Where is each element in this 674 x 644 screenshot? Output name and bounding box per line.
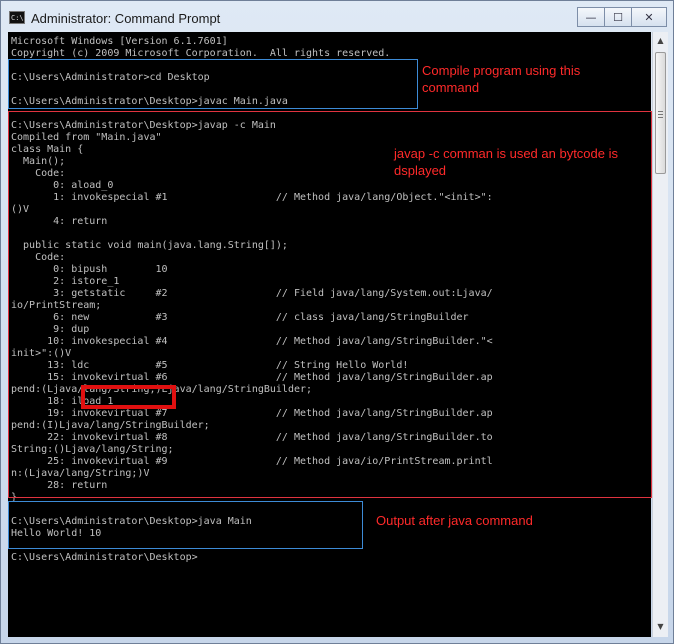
- javap-note: javap -c comman is used an bytcode is ds…: [394, 146, 618, 178]
- output-note: Output after java command: [376, 513, 533, 528]
- compile-highlight-box: [8, 59, 418, 109]
- grip-line: [658, 114, 663, 115]
- close-button[interactable]: ✕: [631, 7, 667, 27]
- command-prompt-window: C:\ Administrator: Command Prompt — ☐ ✕ …: [0, 0, 674, 644]
- console-line: C:\Users\Administrator\Desktop>: [11, 552, 198, 563]
- scroll-down-icon[interactable]: ▼: [655, 620, 666, 634]
- title-bar[interactable]: C:\ Administrator: Command Prompt — ☐ ✕: [1, 1, 673, 31]
- iload-highlight-box: [81, 385, 176, 409]
- compile-note: Compile program using this command: [422, 63, 581, 95]
- window-title: Administrator: Command Prompt: [31, 11, 221, 26]
- grip-line: [658, 117, 663, 118]
- scroll-up-icon[interactable]: ▲: [655, 34, 666, 48]
- scrollbar-thumb[interactable]: [655, 52, 666, 174]
- window-controls: — ☐ ✕: [577, 7, 667, 27]
- grip-line: [658, 111, 663, 112]
- minimize-button[interactable]: —: [577, 7, 605, 27]
- maximize-button[interactable]: ☐: [604, 7, 632, 27]
- console-line: Microsoft Windows [Version 6.1.7601]: [11, 36, 228, 47]
- output-highlight-box: [8, 501, 363, 549]
- cmd-icon: C:\: [9, 11, 25, 24]
- vertical-scrollbar[interactable]: ▲ ▼: [652, 32, 668, 637]
